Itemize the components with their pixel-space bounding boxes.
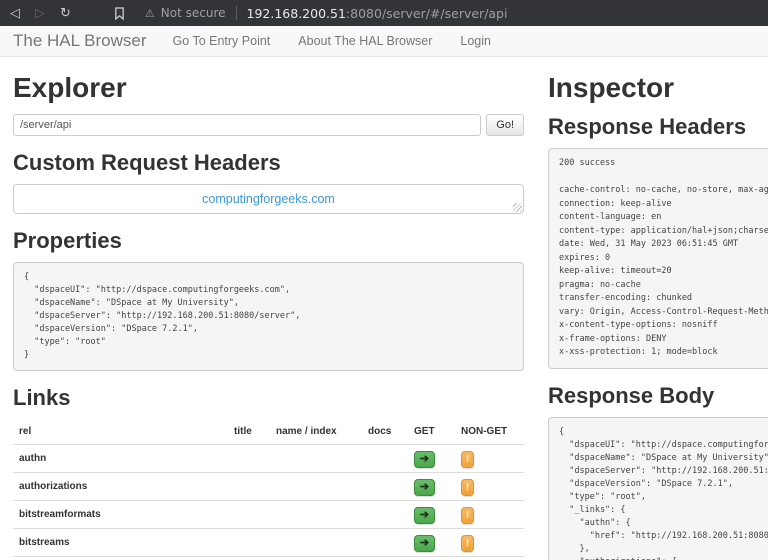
col-header-name-index: name / index [270, 419, 362, 445]
docs-cell [362, 529, 408, 557]
navbar-brand[interactable]: The HAL Browser [13, 31, 147, 51]
main-content: Explorer Go! Custom Request Headers comp… [0, 57, 768, 560]
response-headers-title: Response Headers [548, 114, 768, 140]
docs-cell [362, 473, 408, 501]
table-row-authn: authn ➔ ! [13, 445, 524, 473]
response-body-title: Response Body [548, 383, 768, 409]
explorer-path-input[interactable] [13, 114, 481, 136]
get-button[interactable]: ➔ [414, 535, 435, 552]
col-header-docs: docs [362, 419, 408, 445]
name-index-cell [270, 557, 362, 560]
url-separator [236, 6, 237, 20]
custom-headers-value: computingforgeeks.com [202, 192, 335, 206]
textarea-resize-handle[interactable] [513, 203, 522, 212]
url-host: 192.168.200.51 [247, 6, 346, 21]
docs-cell [362, 557, 408, 560]
links-table-header-row: rel title name / index docs GET NON-GET [13, 419, 524, 445]
title-cell [228, 529, 270, 557]
col-header-get: GET [408, 419, 455, 445]
rel-label: authn [13, 445, 228, 473]
back-icon[interactable]: ◁ [10, 7, 20, 20]
col-header-non-get: NON-GET [455, 419, 524, 445]
rel-label: authorizations [13, 473, 228, 501]
get-button[interactable]: ➔ [414, 479, 435, 496]
exclamation-icon: ! [466, 482, 469, 493]
not-secure-label[interactable]: Not secure [161, 6, 226, 20]
non-get-button[interactable]: ! [461, 479, 474, 496]
non-get-button[interactable]: ! [461, 451, 474, 468]
nav-link-entry-point[interactable]: Go To Entry Point [173, 34, 271, 48]
exclamation-icon: ! [466, 510, 469, 521]
bookmark-icon[interactable] [114, 7, 125, 20]
arrow-right-icon: ➔ [420, 537, 429, 549]
explorer-address-row: Go! [13, 114, 524, 136]
go-button[interactable]: Go! [486, 114, 524, 136]
custom-request-headers-title: Custom Request Headers [13, 150, 524, 176]
non-get-button[interactable]: ! [461, 535, 474, 552]
inspector-panel: Inspector Response Headers 200 success c… [548, 57, 768, 560]
exclamation-icon: ! [466, 454, 469, 465]
table-row-bitstreamformats: bitstreamformats ➔ ! [13, 501, 524, 529]
url-path: :8080/server/#/server/api [346, 6, 508, 21]
not-secure-warning-icon[interactable]: ⚠ [145, 8, 155, 19]
links-title: Links [13, 385, 524, 411]
title-cell [228, 445, 270, 473]
arrow-right-icon: ➔ [420, 453, 429, 465]
col-header-rel: rel [13, 419, 228, 445]
nav-link-about[interactable]: About The HAL Browser [298, 34, 432, 48]
response-headers-text: 200 success cache-control: no-cache, no-… [548, 148, 768, 369]
col-header-title: title [228, 419, 270, 445]
table-row-authorizations: authorizations ➔ ! [13, 473, 524, 501]
properties-title: Properties [13, 228, 524, 254]
nav-link-login[interactable]: Login [460, 34, 491, 48]
rel-label: browses [13, 557, 228, 560]
name-index-cell [270, 445, 362, 473]
address-bar-url[interactable]: 192.168.200.51:8080/server/#/server/api [247, 6, 508, 21]
title-cell [228, 501, 270, 529]
name-index-cell [270, 473, 362, 501]
title-cell [228, 557, 270, 560]
table-row-bitstreams: bitstreams ➔ ! [13, 529, 524, 557]
title-cell [228, 473, 270, 501]
response-body-json: { "dspaceUI": "http://dspace.computingfo… [548, 417, 768, 560]
inspector-title: Inspector [548, 72, 768, 104]
properties-json: { "dspaceUI": "http://dspace.computingfo… [13, 262, 524, 371]
links-table: rel title name / index docs GET NON-GET … [13, 419, 524, 560]
name-index-cell [270, 501, 362, 529]
hal-navbar: The HAL Browser Go To Entry Point About … [0, 26, 768, 57]
get-button[interactable]: ➔ [414, 507, 435, 524]
browser-chrome-bar: ◁ ▷ ↻ ⚠ Not secure 192.168.200.51:8080/s… [0, 0, 768, 26]
arrow-right-icon: ➔ [420, 509, 429, 521]
get-button[interactable]: ➔ [414, 451, 435, 468]
forward-icon[interactable]: ▷ [35, 7, 45, 20]
custom-request-headers-textarea[interactable]: computingforgeeks.com [13, 184, 524, 214]
exclamation-icon: ! [466, 538, 469, 549]
docs-cell [362, 501, 408, 529]
non-get-button[interactable]: ! [461, 507, 474, 524]
explorer-panel: Explorer Go! Custom Request Headers comp… [13, 57, 524, 560]
rel-label: bitstreamformats [13, 501, 228, 529]
arrow-right-icon: ➔ [420, 481, 429, 493]
table-row-browses: browses ➔ ! [13, 557, 524, 560]
explorer-title: Explorer [13, 72, 524, 104]
rel-label: bitstreams [13, 529, 228, 557]
reload-icon[interactable]: ↻ [60, 7, 71, 20]
name-index-cell [270, 529, 362, 557]
docs-cell [362, 445, 408, 473]
